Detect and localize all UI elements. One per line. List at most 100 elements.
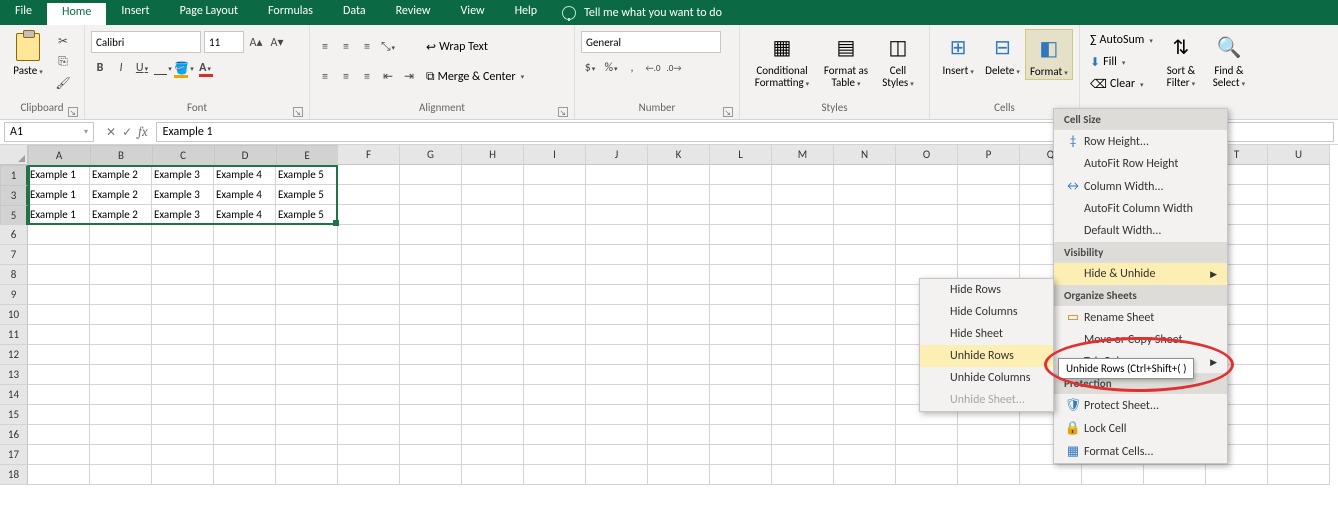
cell[interactable] bbox=[338, 345, 400, 365]
cell[interactable]: Example 3 bbox=[152, 185, 214, 205]
cell[interactable] bbox=[710, 425, 772, 445]
cell[interactable] bbox=[338, 365, 400, 385]
cell[interactable] bbox=[152, 405, 214, 425]
cell[interactable] bbox=[338, 245, 400, 265]
cell[interactable] bbox=[834, 425, 896, 445]
italic-button[interactable]: I bbox=[112, 59, 130, 77]
cell[interactable] bbox=[586, 465, 648, 485]
name-box[interactable]: A1 bbox=[4, 122, 94, 142]
unhidecols-item[interactable]: Unhide Columns bbox=[920, 367, 1053, 389]
cell[interactable] bbox=[586, 325, 648, 345]
delete-cells-button[interactable]: ⊟Delete bbox=[980, 29, 1024, 78]
cell[interactable] bbox=[90, 365, 152, 385]
comma-button[interactable]: , bbox=[623, 59, 641, 77]
cell[interactable] bbox=[586, 225, 648, 245]
cell[interactable] bbox=[90, 245, 152, 265]
cell[interactable] bbox=[958, 465, 1020, 485]
cell[interactable] bbox=[710, 385, 772, 405]
col-P[interactable]: P bbox=[958, 145, 1020, 165]
cell[interactable] bbox=[1268, 285, 1330, 305]
cell[interactable]: Example 4 bbox=[214, 185, 276, 205]
autofitrowheight-item[interactable]: AutoFit Row Height bbox=[1054, 153, 1227, 175]
enter-icon[interactable]: ✓ bbox=[122, 125, 132, 140]
rowheader[interactable]: 6 bbox=[0, 225, 28, 245]
copy-button[interactable]: ⎘ bbox=[54, 53, 72, 71]
col-O[interactable]: O bbox=[896, 145, 958, 165]
cell[interactable] bbox=[90, 465, 152, 485]
cell[interactable] bbox=[28, 285, 90, 305]
cell[interactable] bbox=[958, 205, 1020, 225]
cell[interactable] bbox=[462, 245, 524, 265]
cell[interactable] bbox=[400, 305, 462, 325]
cell[interactable] bbox=[1268, 405, 1330, 425]
cell[interactable] bbox=[400, 405, 462, 425]
findselect-button[interactable]: 🔍Find & Select bbox=[1205, 29, 1253, 90]
cell[interactable]: Example 4 bbox=[214, 205, 276, 225]
cell[interactable] bbox=[896, 445, 958, 465]
cell[interactable] bbox=[338, 165, 400, 185]
cell[interactable] bbox=[276, 245, 338, 265]
cell[interactable] bbox=[462, 405, 524, 425]
cell[interactable] bbox=[338, 325, 400, 345]
tab-help[interactable]: Help bbox=[500, 0, 553, 25]
cell[interactable] bbox=[276, 225, 338, 245]
cell[interactable] bbox=[462, 445, 524, 465]
cell[interactable] bbox=[400, 185, 462, 205]
cell[interactable] bbox=[338, 405, 400, 425]
cell[interactable] bbox=[276, 405, 338, 425]
cell[interactable] bbox=[648, 345, 710, 365]
border-button[interactable] bbox=[154, 59, 172, 77]
cell[interactable] bbox=[462, 425, 524, 445]
cell[interactable] bbox=[586, 305, 648, 325]
cell[interactable] bbox=[772, 385, 834, 405]
cell[interactable] bbox=[586, 425, 648, 445]
cell[interactable] bbox=[834, 165, 896, 185]
col-U[interactable]: U bbox=[1268, 145, 1330, 165]
cell[interactable] bbox=[710, 225, 772, 245]
cell[interactable] bbox=[896, 205, 958, 225]
cell[interactable]: Example 5 bbox=[276, 165, 338, 185]
cell[interactable] bbox=[90, 385, 152, 405]
select-all-button[interactable] bbox=[0, 145, 28, 165]
cell[interactable] bbox=[648, 445, 710, 465]
cell[interactable] bbox=[710, 205, 772, 225]
cell[interactable] bbox=[28, 425, 90, 445]
cell[interactable] bbox=[586, 205, 648, 225]
cell[interactable]: Example 3 bbox=[152, 165, 214, 185]
rowheader[interactable]: 11 bbox=[0, 325, 28, 345]
cell[interactable] bbox=[772, 325, 834, 345]
cell[interactable] bbox=[524, 405, 586, 425]
cell[interactable] bbox=[400, 385, 462, 405]
paste-button[interactable]: Paste bbox=[6, 29, 50, 78]
cell[interactable] bbox=[1268, 305, 1330, 325]
cell[interactable] bbox=[1268, 245, 1330, 265]
cell[interactable] bbox=[400, 225, 462, 245]
defaultwidth-item[interactable]: Default Width... bbox=[1054, 220, 1227, 242]
cell[interactable] bbox=[214, 265, 276, 285]
align-left-button[interactable]: ≡ bbox=[316, 68, 334, 86]
tellme[interactable]: Tell me what you want to do bbox=[562, 0, 722, 25]
cell[interactable] bbox=[462, 185, 524, 205]
col-L[interactable]: L bbox=[710, 145, 772, 165]
align-right-button[interactable]: ≡ bbox=[358, 68, 376, 86]
lockcell-item[interactable]: 🔒Lock Cell bbox=[1054, 417, 1227, 440]
autosum-button[interactable]: ∑AutoSum bbox=[1086, 29, 1157, 51]
cell[interactable] bbox=[772, 445, 834, 465]
cell[interactable]: Example 5 bbox=[276, 185, 338, 205]
cell[interactable] bbox=[214, 405, 276, 425]
cell[interactable] bbox=[90, 425, 152, 445]
cell[interactable] bbox=[586, 185, 648, 205]
cell[interactable] bbox=[772, 365, 834, 385]
rowheader[interactable]: 15 bbox=[0, 405, 28, 425]
cell[interactable] bbox=[896, 465, 958, 485]
cell[interactable] bbox=[834, 205, 896, 225]
cell[interactable] bbox=[524, 225, 586, 245]
cell[interactable] bbox=[772, 165, 834, 185]
cell[interactable] bbox=[214, 465, 276, 485]
cell[interactable] bbox=[772, 465, 834, 485]
cell[interactable] bbox=[338, 445, 400, 465]
indent-inc-button[interactable]: ⇥ bbox=[400, 68, 418, 86]
columnwidth-item[interactable]: ↔Column Width... bbox=[1054, 175, 1227, 198]
cell[interactable] bbox=[338, 385, 400, 405]
sortfilter-button[interactable]: ⇅Sort & Filter bbox=[1157, 29, 1205, 90]
